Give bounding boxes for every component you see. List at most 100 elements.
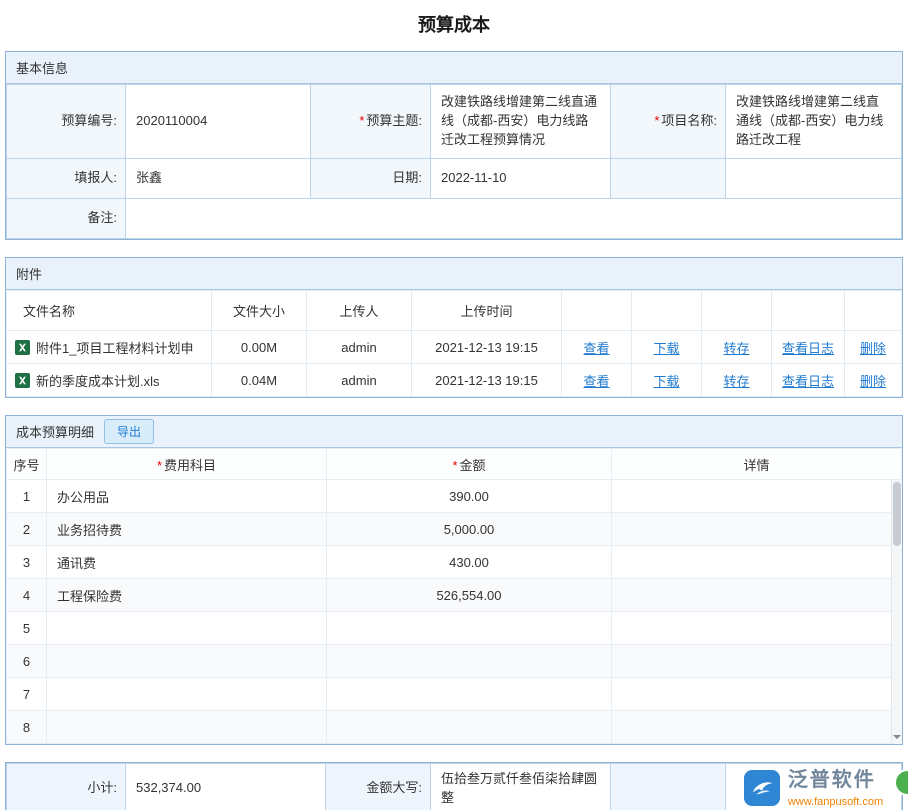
project-name-label: *项目名称: [611, 85, 726, 159]
download-link[interactable]: 下载 [653, 374, 679, 389]
view-log-link[interactable]: 查看日志 [782, 374, 834, 389]
fanpu-logo-icon [744, 770, 780, 806]
attachment-upload-time: 2021-12-13 19:15 [412, 331, 562, 364]
amount-words-value: 伍拾叁万贰仟叁佰柒拾肆圆整 [431, 764, 611, 810]
required-mark: * [452, 458, 457, 473]
basic-info-section-header: 基本信息 [6, 52, 902, 84]
attachment-file-cell: 新的季度成本计划.xls [7, 364, 212, 397]
col-header-action [772, 291, 845, 331]
scrollbar-thumb[interactable] [893, 482, 901, 546]
col-header-action [562, 291, 632, 331]
transfer-link[interactable]: 转存 [723, 374, 749, 389]
attachment-file-name[interactable]: 新的季度成本计划.xls [36, 371, 160, 390]
col-header-subject-text: 费用科目 [164, 458, 216, 473]
reporter-label: 填报人: [7, 159, 126, 199]
amount-words-label: 金额大写: [326, 764, 431, 810]
row-seq: 2 [7, 513, 47, 546]
subtotal-value: 532,374.00 [126, 764, 326, 810]
col-header-seq: 序号 [7, 449, 47, 480]
attachment-file-size: 0.00M [212, 331, 307, 364]
excel-file-icon [15, 340, 30, 355]
row-seq: 7 [7, 678, 47, 711]
remark-label: 备注: [7, 199, 126, 239]
basic-info-table: 预算编号: 2020110004 *预算主题: 改建铁路线增建第二线直通线（成都… [6, 84, 902, 239]
row-subject [47, 678, 327, 711]
action-cell: 查看 [562, 331, 632, 364]
download-link[interactable]: 下载 [653, 341, 679, 356]
export-button[interactable]: 导出 [104, 419, 154, 444]
transfer-link[interactable]: 转存 [723, 341, 749, 356]
row-amount [327, 645, 612, 678]
table-row: 3 通讯费 430.00 [7, 546, 902, 579]
table-row: 4 工程保险费 526,554.00 [7, 579, 902, 612]
action-cell: 查看 [562, 364, 632, 397]
basic-info-panel: 基本信息 预算编号: 2020110004 *预算主题: 改建铁路线增建第二线直… [5, 51, 903, 240]
table-row: 2 业务招待费 5,000.00 [7, 513, 902, 546]
attachment-file-name[interactable]: 附件1_项目工程材料计划申 [36, 338, 193, 357]
view-link[interactable]: 查看 [583, 374, 609, 389]
row-amount: 430.00 [327, 546, 612, 579]
col-header-subject: *费用科目 [47, 449, 327, 480]
budget-cost-page: 预算成本 基本信息 预算编号: 2020110004 *预算主题: 改建铁路线增… [0, 0, 908, 810]
col-header-info: 详情 [612, 449, 902, 480]
table-row: 6 [7, 645, 902, 678]
budget-subject-value: 改建铁路线增建第二线直通线（成都-西安）电力线路迁改工程预算情况 [431, 85, 611, 159]
cost-detail-panel: 成本预算明细 导出 序号 *费用科目 *金额 详情 [5, 415, 903, 745]
row-subject [47, 711, 327, 744]
row-seq: 3 [7, 546, 47, 579]
attachment-uploader: admin [307, 364, 412, 397]
table-row: 8 [7, 711, 902, 744]
row-amount [327, 612, 612, 645]
action-cell: 删除 [845, 331, 902, 364]
empty-label-cell [611, 159, 726, 199]
row-subject [47, 645, 327, 678]
view-link[interactable]: 查看 [583, 341, 609, 356]
action-cell: 下载 [632, 364, 702, 397]
delete-link[interactable]: 删除 [860, 341, 886, 356]
remark-label-text: 备注: [87, 210, 117, 225]
row-amount [327, 711, 612, 744]
scroll-down-arrow-icon[interactable] [892, 732, 902, 742]
row-amount: 526,554.00 [327, 579, 612, 612]
project-name-label-text: 项目名称: [661, 113, 717, 128]
col-header-amount-text: 金额 [460, 458, 486, 473]
excel-file-icon [15, 373, 30, 388]
row-seq: 8 [7, 711, 47, 744]
attachment-row: 新的季度成本计划.xls 0.04M admin 2021-12-13 19:1… [7, 364, 902, 397]
summary-bar: 小计: 532,374.00 金额大写: 伍拾叁万贰仟叁佰柒拾肆圆整 [5, 762, 903, 810]
row-info [612, 480, 902, 513]
delete-link[interactable]: 删除 [860, 374, 886, 389]
budget-subject-label: *预算主题: [311, 85, 431, 159]
view-log-link[interactable]: 查看日志 [782, 341, 834, 356]
row-amount: 390.00 [327, 480, 612, 513]
cost-detail-grid: 序号 *费用科目 *金额 详情 1 办公用品 390.00 2 [6, 448, 902, 744]
cost-detail-section-title: 成本预算明细 [16, 422, 94, 441]
row-info [612, 645, 902, 678]
brand-url[interactable]: www.fanpusoft.com [788, 795, 883, 810]
required-mark: * [157, 458, 162, 473]
attachments-panel: 附件 文件名称 文件大小 上传人 上传时间 [5, 257, 903, 398]
brand-cell: 泛普软件 www.fanpusoft.com [726, 764, 902, 810]
fanpu-brand: 泛普软件 www.fanpusoft.com [726, 766, 901, 810]
attachment-file-cell: 附件1_项目工程材料计划申 [7, 331, 212, 364]
empty-value-cell [726, 159, 902, 199]
col-header-uploader: 上传人 [307, 291, 412, 331]
action-cell: 转存 [702, 364, 772, 397]
row-subject: 工程保险费 [47, 579, 327, 612]
action-cell: 下载 [632, 331, 702, 364]
attachment-file-size: 0.04M [212, 364, 307, 397]
table-row: 7 [7, 678, 902, 711]
cost-detail-table: 序号 *费用科目 *金额 详情 1 办公用品 390.00 2 [6, 448, 902, 744]
vertical-scrollbar[interactable] [891, 480, 902, 744]
row-seq: 1 [7, 480, 47, 513]
row-info [612, 579, 902, 612]
col-header-file-size: 文件大小 [212, 291, 307, 331]
remark-value [126, 199, 902, 239]
col-header-action [702, 291, 772, 331]
attachment-uploader: admin [307, 331, 412, 364]
row-seq: 6 [7, 645, 47, 678]
row-amount [327, 678, 612, 711]
col-header-amount: *金额 [327, 449, 612, 480]
row-amount: 5,000.00 [327, 513, 612, 546]
col-header-action [632, 291, 702, 331]
